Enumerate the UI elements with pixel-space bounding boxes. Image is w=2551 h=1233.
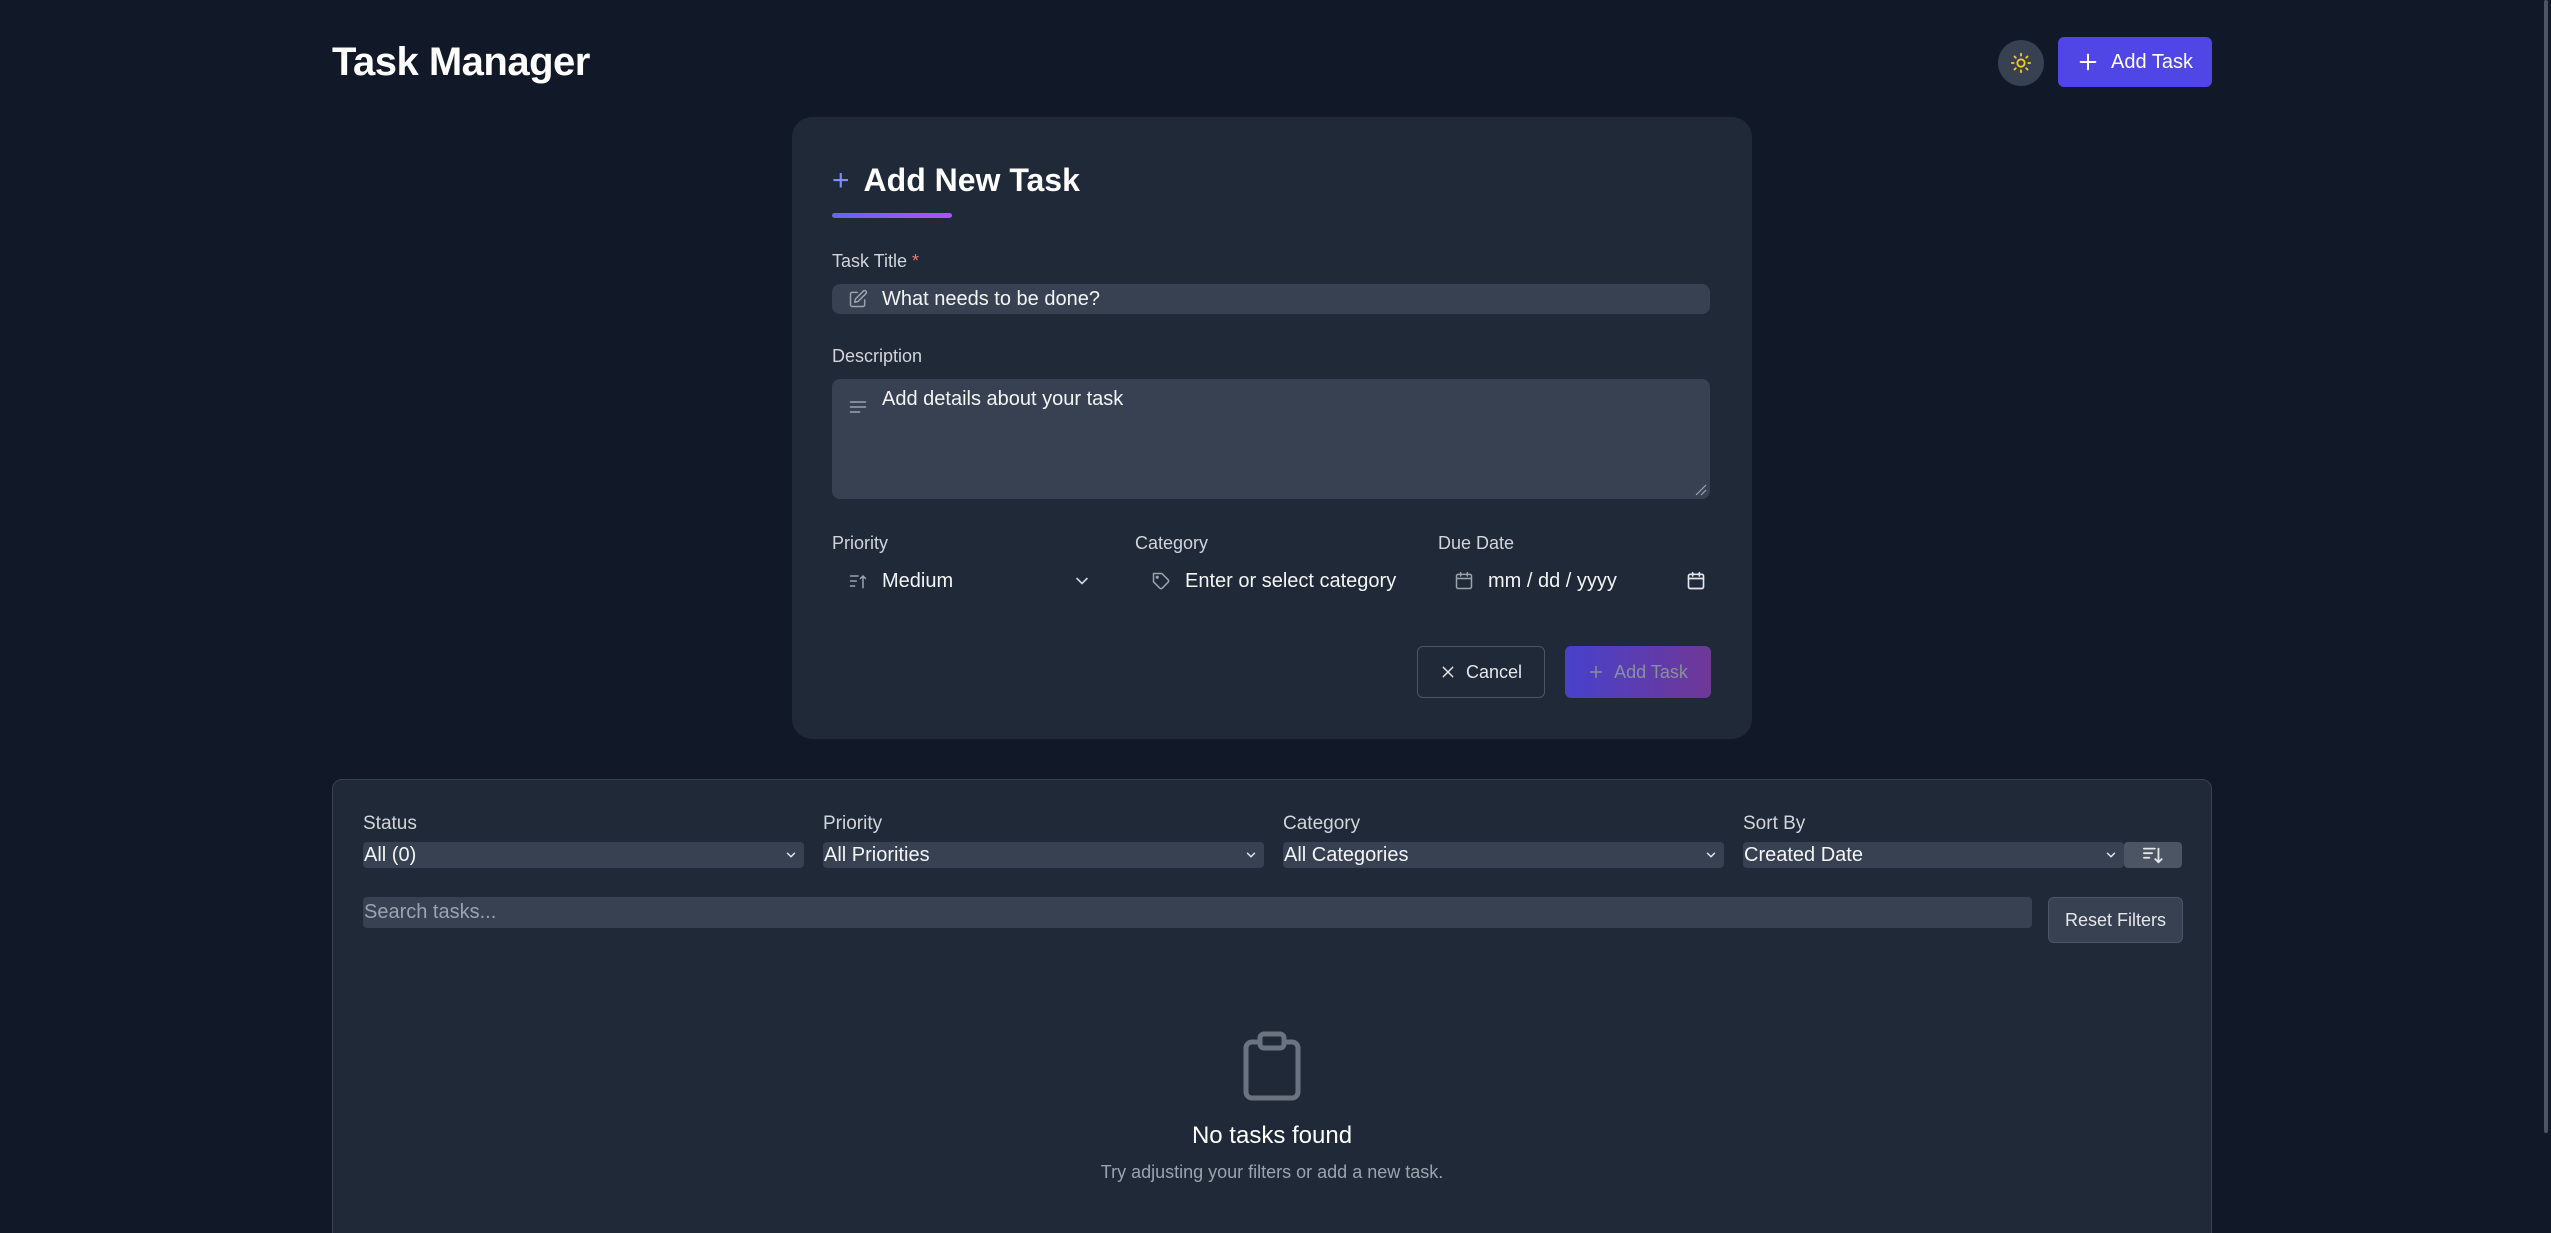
chevron-down-icon	[786, 852, 796, 858]
status-filter-label: Status	[363, 813, 417, 834]
add-task-form: + Add New Task Task Title * What needs t…	[792, 117, 1752, 739]
priority-filter-value: All Priorities	[824, 843, 930, 866]
due-date-input[interactable]: mm / dd / yyyy	[1438, 561, 1711, 601]
category-filter-label: Category	[1283, 813, 1361, 834]
description-label: Description	[832, 346, 923, 366]
task-title-placeholder: What needs to be done?	[882, 287, 1100, 310]
edit-icon	[849, 289, 868, 308]
empty-state-title: No tasks found	[1191, 1122, 1353, 1149]
description-placeholder: Add details about your task	[882, 388, 1124, 410]
status-filter-value: All (0)	[364, 843, 417, 866]
category-label: Category	[1135, 533, 1209, 553]
task-manager-page: Task Manager Add Task + Add New Task Tas…	[0, 0, 2551, 1233]
empty-state-subtitle: Try adjusting your filters or add a new …	[1100, 1162, 1444, 1182]
required-mark: *	[912, 251, 920, 271]
priority-value: Medium	[882, 569, 954, 592]
sort-arrow-icon	[849, 575, 867, 589]
chevron-down-icon	[1076, 577, 1088, 585]
description-textarea[interactable]: Add details about your task	[832, 379, 1710, 499]
close-icon	[1442, 666, 1454, 678]
text-lines-icon	[849, 401, 867, 413]
priority-filter-label: Priority	[823, 813, 883, 834]
sort-by-select[interactable]: Created Date	[1743, 842, 2124, 868]
sort-direction-button[interactable]	[2124, 842, 2182, 868]
priority-select[interactable]: Medium	[832, 561, 1105, 601]
theme-toggle-button[interactable]	[1998, 40, 2044, 86]
header-add-task-button[interactable]: Add Task	[2058, 37, 2212, 87]
category-placeholder: Enter or select category	[1185, 569, 1397, 592]
sort-by-value: Created Date	[1744, 843, 1863, 866]
resize-grip-icon[interactable]	[1693, 482, 1707, 496]
category-filter-select[interactable]: All Categories	[1283, 842, 1724, 868]
plus-icon	[2079, 53, 2097, 71]
form-heading: + Add New Task	[832, 162, 1080, 199]
sort-descending-icon	[2143, 847, 2163, 864]
chevron-down-icon	[2106, 852, 2116, 858]
form-heading-text: Add New Task	[863, 162, 1080, 198]
reset-filters-label: Reset Filters	[2064, 909, 2167, 930]
plus-icon	[1590, 665, 1603, 679]
task-title-label-text: Task Title	[832, 251, 908, 271]
page-scrollbar[interactable]	[2541, 0, 2551, 1233]
clipboard-icon	[1243, 1031, 1301, 1101]
app-title: Task Manager	[332, 40, 590, 84]
task-title-label: Task Title *	[832, 251, 919, 272]
reset-filters-button[interactable]: Reset Filters	[2048, 897, 2183, 943]
calendar-icon	[1455, 571, 1473, 590]
search-tasks-input[interactable]: Search tasks...	[363, 897, 2032, 928]
chevron-down-icon	[1706, 852, 1716, 858]
priority-filter-select[interactable]: All Priorities	[823, 842, 1264, 868]
header-add-task-label: Add Task	[2111, 50, 2193, 73]
submit-label: Add Task	[1614, 661, 1688, 682]
scrollbar-thumb[interactable]	[2544, 0, 2548, 1133]
calendar-picker-icon[interactable]	[1686, 571, 1706, 591]
cancel-label: Cancel	[1465, 661, 1523, 682]
sun-icon	[2010, 52, 2032, 74]
status-filter-select[interactable]: All (0)	[363, 842, 804, 868]
chevron-down-icon	[1246, 852, 1256, 858]
heading-underline	[832, 213, 952, 218]
search-placeholder: Search tasks...	[364, 901, 497, 923]
sort-by-label: Sort By	[1743, 813, 1806, 834]
priority-label: Priority	[832, 533, 889, 553]
tag-icon	[1152, 572, 1170, 590]
plus-icon: +	[832, 163, 850, 197]
submit-add-task-button[interactable]: Add Task	[1565, 646, 1711, 698]
due-date-placeholder: mm / dd / yyyy	[1488, 569, 1617, 592]
category-input[interactable]: Enter or select category	[1135, 561, 1408, 601]
task-title-input[interactable]: What needs to be done?	[832, 284, 1710, 314]
cancel-button[interactable]: Cancel	[1417, 646, 1545, 698]
filter-panel: Status All (0) Priority All Priorities C…	[332, 779, 2212, 1233]
due-date-label: Due Date	[1438, 533, 1515, 553]
category-filter-value: All Categories	[1284, 843, 1409, 866]
empty-state: No tasks found Try adjusting your filter…	[333, 1030, 2211, 1183]
